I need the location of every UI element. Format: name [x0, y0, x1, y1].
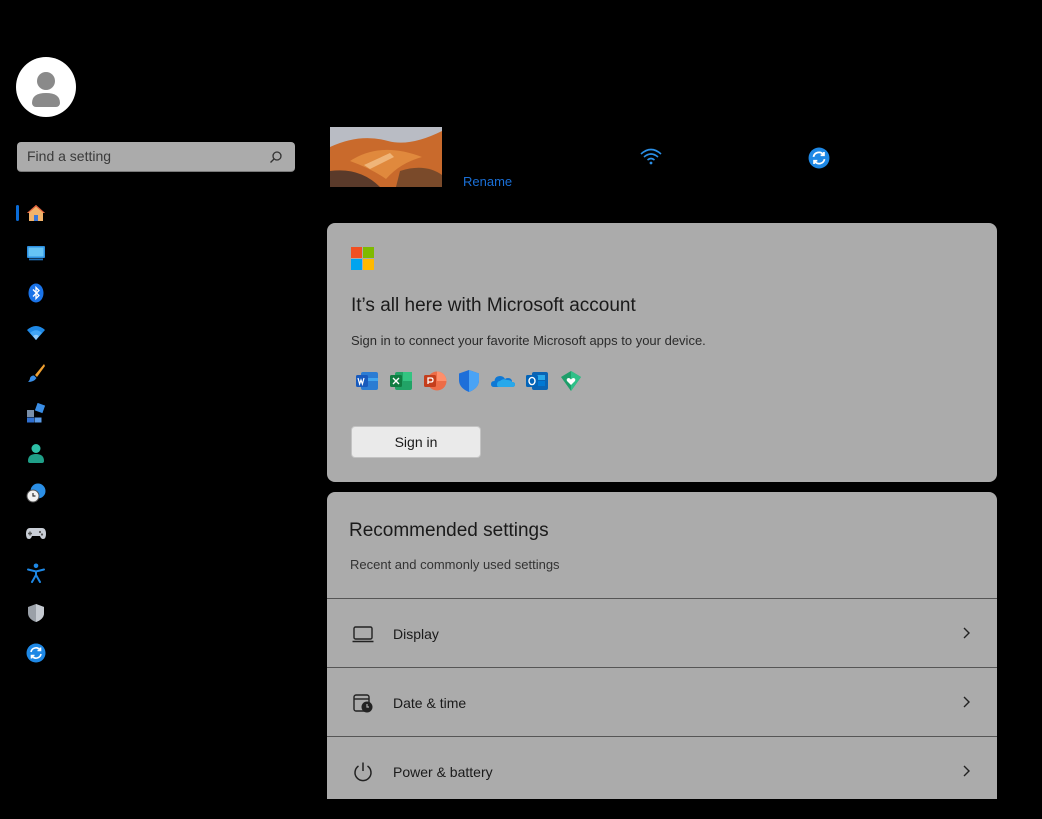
- nav-item-windows-update[interactable]: [20, 637, 52, 669]
- row-label: Date & time: [393, 695, 467, 711]
- windows-update-icon: [26, 643, 46, 663]
- wallpaper-thumbnail: [330, 127, 442, 187]
- nav-item-gaming[interactable]: [20, 517, 52, 549]
- display-icon: [352, 626, 374, 643]
- nav-item-network[interactable]: [20, 317, 52, 349]
- date-time-icon: [353, 694, 373, 713]
- recommended-settings-subtitle: Recent and commonly used settings: [350, 557, 560, 572]
- microsoft-account-title: It’s all here with Microsoft account: [351, 295, 636, 316]
- row-label: Display: [393, 626, 439, 642]
- sign-in-button[interactable]: Sign in: [351, 426, 481, 458]
- user-avatar[interactable]: [16, 57, 76, 117]
- nav-item-apps[interactable]: [20, 397, 52, 429]
- nav-selected-indicator: [16, 205, 19, 221]
- rename-link[interactable]: Rename: [463, 174, 512, 189]
- bluetooth-icon: [28, 283, 44, 303]
- recommended-row-power-battery[interactable]: Power & battery: [327, 736, 997, 799]
- search-input[interactable]: [17, 142, 267, 170]
- row-label: Power & battery: [393, 764, 493, 780]
- wallpaper-image: [330, 127, 442, 187]
- nav-item-privacy-security[interactable]: [20, 597, 52, 629]
- microsoft-logo-icon: [351, 247, 374, 270]
- recommended-row-date-time[interactable]: Date & time: [327, 667, 997, 735]
- search-icon[interactable]: [269, 150, 283, 164]
- defender-icon: [457, 369, 481, 393]
- microsoft-account-description: Sign in to connect your favorite Microso…: [351, 333, 706, 348]
- person-icon: [32, 72, 60, 107]
- nav-item-system[interactable]: [20, 237, 52, 269]
- privacy-security-icon: [28, 604, 44, 622]
- microsoft-account-card: It’s all here with Microsoft account Sig…: [327, 223, 997, 482]
- nav-item-time-language[interactable]: [20, 477, 52, 509]
- family-safety-icon: [559, 369, 583, 393]
- windows-update-icon: [808, 147, 830, 169]
- time-language-icon: [26, 483, 46, 503]
- accessibility-icon: [27, 563, 45, 583]
- search-box[interactable]: [17, 142, 295, 172]
- nav-item-bluetooth[interactable]: [20, 277, 52, 309]
- recommended-settings-card: Recommended settings Recent and commonly…: [327, 492, 997, 799]
- nav-item-home[interactable]: [20, 197, 52, 229]
- microsoft-app-icons: [355, 369, 583, 393]
- excel-icon: [389, 369, 413, 393]
- chevron-right-icon: [963, 627, 970, 639]
- personalization-icon: [28, 364, 45, 382]
- apps-icon: [27, 403, 46, 423]
- onedrive-icon: [491, 369, 515, 393]
- home-icon: [27, 205, 45, 221]
- chevron-right-icon: [963, 765, 970, 777]
- outlook-icon: [525, 369, 549, 393]
- nav-item-accessibility[interactable]: [20, 557, 52, 589]
- chevron-right-icon: [963, 696, 970, 708]
- gaming-icon: [26, 528, 46, 539]
- update-status[interactable]: [808, 147, 830, 174]
- recommended-settings-title: Recommended settings: [349, 520, 549, 541]
- power-icon: [354, 762, 372, 782]
- nav-item-accounts[interactable]: [20, 437, 52, 469]
- network-icon: [27, 326, 45, 340]
- wifi-status[interactable]: [640, 147, 662, 170]
- wifi-icon: [640, 148, 662, 165]
- word-icon: [355, 369, 379, 393]
- accounts-icon: [28, 444, 44, 463]
- powerpoint-icon: [423, 369, 447, 393]
- recommended-row-display[interactable]: Display: [327, 598, 997, 666]
- nav-item-personalization[interactable]: [20, 357, 52, 389]
- system-icon: [27, 246, 45, 261]
